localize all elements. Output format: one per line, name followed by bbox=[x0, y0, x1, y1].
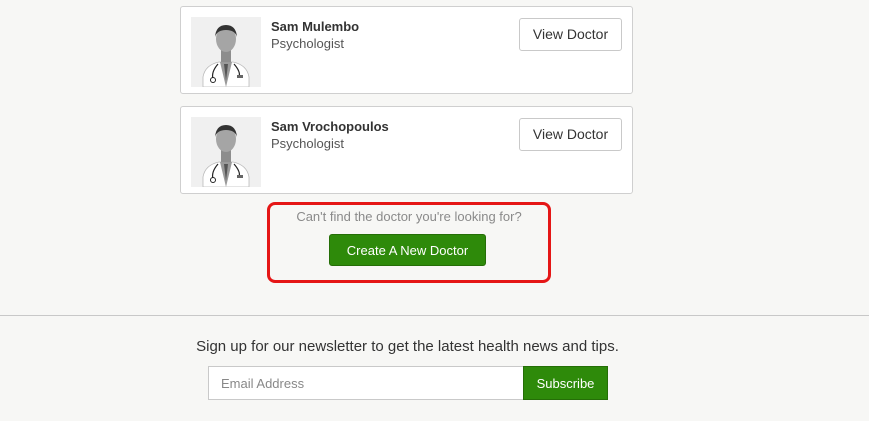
view-doctor-button[interactable]: View Doctor bbox=[519, 118, 622, 151]
doctor-avatar-icon bbox=[191, 117, 261, 187]
doctor-specialty: Psychologist bbox=[271, 136, 344, 151]
newsletter-text: Sign up for our newsletter to get the la… bbox=[196, 338, 619, 355]
doctor-specialty: Psychologist bbox=[271, 36, 344, 51]
doctor-avatar-icon bbox=[191, 17, 261, 87]
subscribe-button[interactable]: Subscribe bbox=[523, 366, 608, 400]
page: Sam Mulembo Psychologist View Doctor Sam… bbox=[0, 0, 869, 421]
cant-find-highlight-box: Can't find the doctor you're looking for… bbox=[267, 202, 551, 283]
footer-divider bbox=[0, 315, 869, 316]
view-doctor-button[interactable]: View Doctor bbox=[519, 18, 622, 51]
doctor-card: Sam Vrochopoulos Psychologist View Docto… bbox=[180, 106, 633, 194]
doctor-name: Sam Vrochopoulos bbox=[271, 119, 389, 134]
doctor-name: Sam Mulembo bbox=[271, 19, 360, 34]
create-new-doctor-button[interactable]: Create A New Doctor bbox=[329, 234, 486, 266]
doctor-card: Sam Mulembo Psychologist View Doctor bbox=[180, 6, 633, 94]
cant-find-text: Can't find the doctor you're looking for… bbox=[296, 209, 522, 224]
newsletter-email-input[interactable] bbox=[208, 366, 524, 400]
